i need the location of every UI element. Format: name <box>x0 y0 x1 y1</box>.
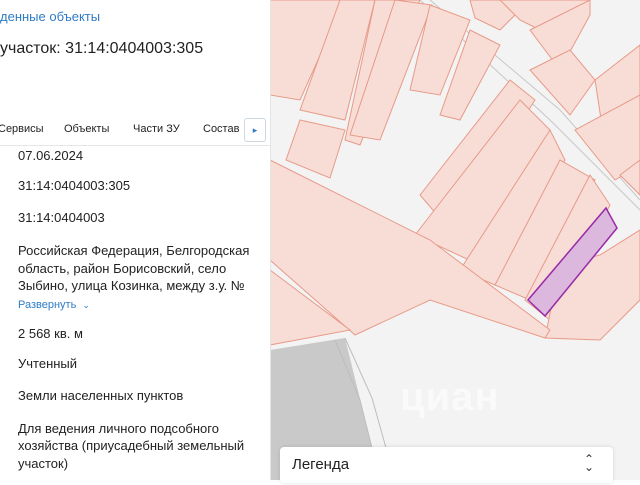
tabs-bar: Сервисы Объекты Части ЗУ Состав ▸ <box>0 118 270 144</box>
use-line-3: участок) <box>18 456 69 471</box>
up-down-chevron-icon[interactable]: ⌃ ⌄ <box>584 453 594 473</box>
expand-link[interactable]: Развернуть ⌄ <box>18 299 90 311</box>
divider <box>0 145 270 146</box>
use-line-1: Для ведения личного подсобного <box>18 421 219 436</box>
back-link[interactable]: денные объекты <box>0 9 100 24</box>
tab-parts[interactable]: Части ЗУ <box>133 123 180 135</box>
address-line-1: Российская Федерация, Белгородская <box>18 243 250 258</box>
watermark-logo: циан <box>400 375 500 419</box>
legend-box[interactable]: Легенда ⌃ ⌄ <box>280 447 613 483</box>
legend-title: Легенда <box>292 456 350 473</box>
chevron-right-icon: ▸ <box>252 124 258 135</box>
page-title: участок: 31:14:0404003:305 <box>0 40 204 57</box>
address-line-3: Зыбино, улица Козинка, между з.у. № <box>18 278 245 293</box>
expand-label: Развернуть <box>18 299 77 311</box>
tab-services[interactable]: Сервисы <box>0 123 44 135</box>
chevron-down-icon: ⌄ <box>82 300 90 310</box>
tab-objects[interactable]: Объекты <box>64 123 109 135</box>
tabs-next-button[interactable]: ▸ <box>244 118 266 142</box>
use-line-2: хозяйства (приусадебный земельный <box>18 438 245 453</box>
area-value: 2 568 кв. м <box>18 326 83 341</box>
status-value: Учтенный <box>18 356 78 371</box>
quarter-value: 31:14:0404003 <box>18 210 105 225</box>
cad-number-value: 31:14:0404003:305 <box>18 178 131 193</box>
address-line-2: область, район Борисовский, село <box>18 261 227 276</box>
tab-composition[interactable]: Состав <box>203 123 239 135</box>
info-panel: денные объекты участок: 31:14:0404003:30… <box>0 0 271 480</box>
date-value: 07.06.2024 <box>18 148 84 163</box>
category-value: Земли населенных пунктов <box>18 388 184 403</box>
